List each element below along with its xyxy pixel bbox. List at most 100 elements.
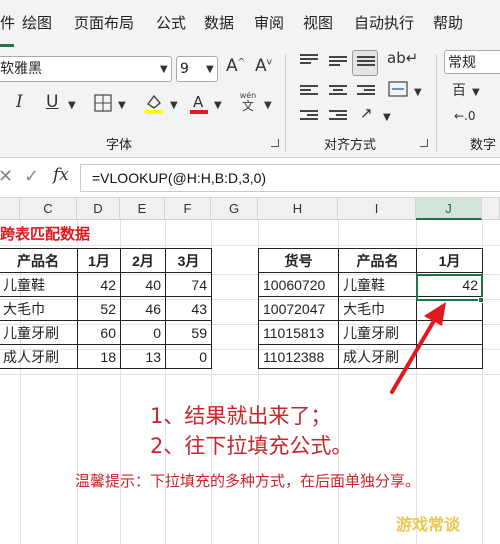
align-right-icon[interactable] bbox=[357, 85, 375, 99]
table-cell[interactable]: 43 bbox=[165, 296, 212, 321]
table-cell[interactable]: 儿童鞋 bbox=[338, 272, 417, 297]
table-cell[interactable]: 0 bbox=[165, 344, 212, 369]
table-cell[interactable]: 13 bbox=[120, 344, 166, 369]
font-name-dropdown[interactable]: 软雅黑 bbox=[0, 56, 172, 82]
column-header-i[interactable]: I bbox=[338, 198, 416, 220]
table-cell[interactable]: 18 bbox=[77, 344, 121, 369]
table-header-cell[interactable]: 产品名 bbox=[0, 248, 78, 273]
table-header-cell[interactable]: 1月 bbox=[416, 248, 483, 273]
menu-tab-view[interactable]: 视图 bbox=[303, 12, 333, 33]
font-color-icon[interactable]: A bbox=[188, 92, 210, 114]
table-cell[interactable]: 59 bbox=[165, 320, 212, 345]
menu-tab-page-layout[interactable]: 页面布局 bbox=[74, 12, 134, 33]
menu-bar: 件 绘图 页面布局 公式 数据 审阅 视图 自动执行 帮助 bbox=[0, 0, 500, 48]
font-dialog-launcher-icon[interactable] bbox=[271, 139, 279, 147]
alignment-group-label: 对齐方式 bbox=[324, 138, 377, 153]
menu-tab-data[interactable]: 数据 bbox=[204, 12, 234, 33]
increase-indent-icon[interactable] bbox=[329, 110, 347, 124]
wrap-text-icon[interactable]: ab↵ bbox=[387, 51, 418, 66]
column-header-d[interactable]: D bbox=[77, 198, 120, 220]
active-cell-selection[interactable] bbox=[416, 274, 483, 301]
insert-function-icon[interactable]: fx bbox=[53, 167, 69, 184]
underline-button[interactable]: U bbox=[46, 94, 58, 111]
table-cell[interactable]: 40 bbox=[120, 272, 166, 297]
orientation-icon[interactable]: ↗ bbox=[360, 106, 373, 121]
formula-bar: ✕ ✓ fx =VLOOKUP(@H:H,B:D,3,0) bbox=[0, 158, 500, 198]
column-header-h[interactable]: H bbox=[258, 198, 338, 220]
annotation-arrow-icon bbox=[390, 302, 446, 394]
table-cell[interactable]: 46 bbox=[120, 296, 166, 321]
decrease-font-size-icon[interactable]: Av bbox=[255, 58, 272, 75]
worksheet[interactable]: 跨表匹配数据 产品名 1月 2月 3月 儿童鞋 42 40 74 大毛巾 52 … bbox=[0, 220, 500, 544]
svg-text:A: A bbox=[193, 93, 204, 111]
borders-icon[interactable] bbox=[94, 94, 112, 112]
table-header-cell[interactable]: 2月 bbox=[120, 248, 166, 273]
chevron-down-icon[interactable]: ▼ bbox=[414, 87, 422, 98]
table-cell[interactable]: 儿童鞋 bbox=[0, 272, 78, 297]
align-center-icon[interactable] bbox=[329, 85, 347, 99]
alignment-dialog-launcher-icon[interactable] bbox=[420, 139, 428, 147]
increase-font-size-icon[interactable]: A^ bbox=[226, 58, 245, 75]
table-cell[interactable]: 42 bbox=[77, 272, 121, 297]
align-top-icon[interactable] bbox=[300, 54, 318, 68]
chevron-down-icon[interactable]: ▼ bbox=[118, 100, 126, 111]
table-header-cell[interactable]: 3月 bbox=[165, 248, 212, 273]
chevron-down-icon[interactable]: ▼ bbox=[472, 87, 480, 98]
table-cell[interactable]: 11015813 bbox=[258, 320, 339, 345]
table-cell[interactable]: 10072047 bbox=[258, 296, 339, 321]
menu-tab-formulas[interactable]: 公式 bbox=[156, 12, 186, 33]
accounting-format-icon[interactable]: 百 bbox=[452, 84, 466, 98]
table-cell[interactable]: 0 bbox=[120, 320, 166, 345]
sheet-title: 跨表匹配数据 bbox=[0, 225, 91, 243]
table-cell[interactable]: 大毛巾 bbox=[0, 296, 78, 321]
column-header-partial[interactable] bbox=[0, 198, 20, 220]
menu-tab-partial[interactable]: 件 bbox=[0, 12, 15, 33]
menu-tab-draw[interactable]: 绘图 bbox=[22, 12, 52, 33]
menu-tab-help[interactable]: 帮助 bbox=[433, 12, 463, 33]
table-cell[interactable]: 儿童牙刷 bbox=[0, 320, 78, 345]
phonetic-guide-icon[interactable]: wén 文 bbox=[236, 92, 260, 113]
table-cell[interactable]: 10060720 bbox=[258, 272, 339, 297]
decrease-indent-icon[interactable] bbox=[300, 110, 318, 124]
merge-center-icon[interactable] bbox=[388, 80, 408, 98]
column-header-g[interactable]: G bbox=[211, 198, 258, 220]
note-line-2: 2、往下拉填充公式。 bbox=[150, 434, 353, 458]
font-group-label: 字体 bbox=[106, 138, 133, 153]
chevron-down-icon[interactable]: ▼ bbox=[214, 100, 222, 111]
table-cell[interactable]: 11012388 bbox=[258, 344, 339, 369]
chevron-down-icon[interactable]: ▼ bbox=[383, 112, 391, 123]
column-header-row: C D E F G H I J bbox=[0, 198, 500, 220]
group-separator bbox=[436, 54, 437, 152]
confirm-formula-icon[interactable]: ✓ bbox=[24, 168, 39, 186]
column-header-c[interactable]: C bbox=[20, 198, 77, 220]
table-cell[interactable]: 60 bbox=[77, 320, 121, 345]
align-bottom-icon[interactable] bbox=[357, 56, 375, 70]
fill-color-icon[interactable] bbox=[143, 92, 165, 114]
chevron-down-icon: ▼ bbox=[160, 64, 168, 75]
table-header-cell[interactable]: 货号 bbox=[258, 248, 339, 273]
column-header-e[interactable]: E bbox=[120, 198, 165, 220]
align-left-icon[interactable] bbox=[300, 85, 318, 99]
watermark: 游戏常谈 bbox=[396, 515, 461, 534]
column-header-j[interactable]: J bbox=[416, 198, 482, 220]
column-header-partial[interactable] bbox=[482, 198, 500, 220]
table-header-cell[interactable]: 1月 bbox=[77, 248, 121, 273]
table-cell[interactable]: 成人牙刷 bbox=[0, 344, 78, 369]
table-header-cell[interactable]: 产品名 bbox=[338, 248, 417, 273]
table-cell[interactable]: 74 bbox=[165, 272, 212, 297]
chevron-down-icon[interactable]: ▼ bbox=[68, 100, 76, 111]
column-header-f[interactable]: F bbox=[165, 198, 211, 220]
tip-text: 温馨提示：下拉填充的多种方式，在后面单独分享。 bbox=[75, 472, 421, 490]
menu-tab-automate[interactable]: 自动执行 bbox=[354, 12, 414, 33]
cancel-formula-icon[interactable]: ✕ bbox=[0, 168, 13, 186]
chevron-down-icon[interactable]: ▼ bbox=[170, 100, 178, 111]
italic-button[interactable]: I bbox=[16, 94, 23, 111]
table-cell[interactable]: 52 bbox=[77, 296, 121, 321]
menu-tab-review[interactable]: 审阅 bbox=[254, 12, 284, 33]
increase-decimal-icon[interactable]: ←.0 bbox=[454, 110, 476, 122]
fill-handle[interactable] bbox=[478, 297, 484, 303]
chevron-down-icon[interactable]: ▼ bbox=[264, 100, 272, 111]
number-format-dropdown[interactable]: 常规 bbox=[444, 50, 500, 74]
align-middle-icon[interactable] bbox=[329, 56, 347, 70]
menu-active-indicator bbox=[0, 44, 14, 47]
